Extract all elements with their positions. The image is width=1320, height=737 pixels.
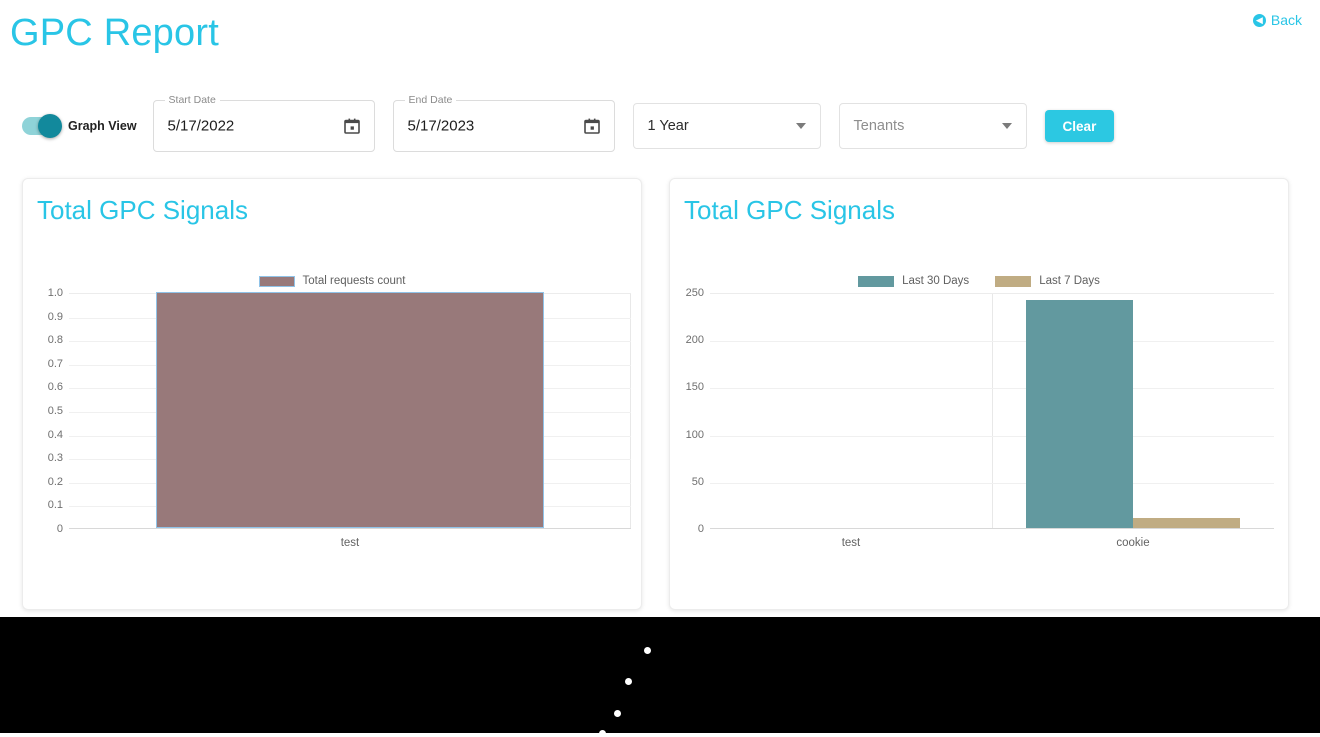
graph-view-label: Graph View	[68, 119, 137, 133]
gridline	[710, 482, 1274, 484]
y-axis-tick-label: 200	[685, 334, 704, 347]
legend-swatch	[995, 275, 1032, 287]
filter-toolbar: Graph View Start Date 5/17/2022 End Date…	[0, 94, 1115, 156]
calendar-icon[interactable]	[343, 118, 360, 134]
y-axis-tick-label: 100	[685, 428, 704, 441]
loading-dot	[625, 678, 632, 685]
chevron-down-icon	[795, 123, 806, 129]
loading-dot	[644, 647, 651, 654]
y-axis-tick-label: 0	[697, 523, 704, 535]
gridline	[710, 388, 1274, 390]
loading-dot	[599, 730, 606, 737]
bar-chart-left: Total requests count 1.0 0.9 0.8 0.7 0.6 0.5 0…	[23, 275, 641, 595]
y-axis-tick-label: 0.2	[47, 475, 63, 488]
y-axis-tick-label: 50	[691, 475, 704, 488]
graph-view-toggle-group: Graph View	[22, 114, 137, 138]
start-date-legend: Start Date	[164, 94, 220, 106]
bar[interactable]	[1133, 517, 1241, 528]
toggle-knob	[38, 114, 62, 138]
bar[interactable]	[1025, 299, 1133, 528]
y-axis-tick-label: 150	[685, 381, 704, 394]
y-axis-tick-label: 0.5	[47, 405, 63, 417]
total-gpc-signals-card-right: Total GPC Signals Last 30 Days Last 7 Da…	[669, 178, 1289, 610]
loading-overlay	[0, 617, 1320, 737]
chart-legend: Total requests count	[23, 275, 641, 287]
back-link[interactable]: ◀ Back	[1252, 12, 1302, 28]
gridline-vertical	[992, 294, 993, 528]
y-axis-tick-label: 250	[685, 287, 704, 299]
clear-button[interactable]: Clear	[1044, 110, 1115, 142]
end-date-legend: End Date	[404, 94, 457, 106]
legend-swatch	[858, 275, 895, 287]
gridline-vertical	[630, 294, 631, 528]
range-select-value: 1 Year	[647, 118, 689, 134]
plot: 250 200 150 100 50 0 test cookie	[670, 287, 1288, 595]
y-axis-tick-label: 0.3	[47, 452, 63, 465]
x-axis-tick-label: test	[340, 537, 360, 549]
back-label: Back	[1270, 12, 1302, 28]
bar-chart-right: Last 30 Days Last 7 Days 250 200 150 100 50 0…	[670, 275, 1288, 595]
tenants-select[interactable]: Tenants	[838, 103, 1027, 149]
y-axis-tick-label: 1.0	[47, 287, 63, 299]
page-header: GPC Report ◀ Back	[0, 0, 1320, 72]
y-axis-tick-label: 0.7	[47, 357, 63, 370]
y-axis-tick-label: 0.4	[47, 428, 63, 441]
y-axis-tick-label: 0.8	[47, 334, 63, 347]
calendar-icon[interactable]	[583, 118, 600, 134]
start-date-field[interactable]: Start Date 5/17/2022	[152, 94, 375, 152]
legend-item-total-requests-count[interactable]: Total requests count	[258, 275, 406, 287]
bar[interactable]	[156, 292, 544, 528]
legend-swatch	[258, 275, 295, 287]
loading-dot	[614, 710, 621, 717]
total-gpc-signals-card-left: Total GPC Signals Total requests count 1…	[22, 178, 642, 610]
legend-label: Last 7 Days	[1039, 275, 1100, 287]
plot-area	[710, 293, 1274, 529]
tenants-select-placeholder: Tenants	[853, 118, 905, 134]
page-title: GPC Report	[10, 12, 219, 54]
y-axis: 1.0 0.9 0.8 0.7 0.6 0.5 0.4 0.3 0.2 0.1 0	[23, 287, 69, 535]
end-date-field[interactable]: End Date 5/17/2023	[392, 94, 615, 152]
legend-label: Last 30 Days	[902, 275, 970, 287]
legend-item-last-30-days[interactable]: Last 30 Days	[858, 275, 969, 287]
plot-area	[69, 292, 631, 529]
x-axis-labels: test cookie	[710, 537, 1274, 549]
y-axis-tick-label: 0.9	[47, 310, 63, 323]
range-select[interactable]: 1 Year	[632, 103, 821, 149]
x-axis-labels: test	[69, 537, 631, 549]
end-date-value: 5/17/2023	[407, 117, 475, 135]
chart-legend: Last 30 Days Last 7 Days	[670, 275, 1288, 287]
start-date-value: 5/17/2022	[167, 117, 235, 135]
chevron-down-icon	[1001, 123, 1012, 129]
graph-view-toggle[interactable]	[22, 114, 62, 138]
plot: 1.0 0.9 0.8 0.7 0.6 0.5 0.4 0.3 0.2 0.1 0 test	[23, 287, 641, 595]
y-axis: 250 200 150 100 50 0	[670, 287, 710, 535]
y-axis-tick-label: 0.6	[47, 381, 63, 394]
x-axis-tick-label: test	[841, 537, 861, 549]
legend-item-last-7-days[interactable]: Last 7 Days	[995, 275, 1100, 287]
y-axis-tick-label: 0	[56, 523, 63, 535]
y-axis-tick-label: 0.1	[47, 499, 63, 512]
legend-label: Total requests count	[302, 275, 406, 287]
circle-left-arrow-icon: ◀	[1252, 13, 1266, 27]
gridline	[710, 341, 1274, 343]
x-axis-tick-label: cookie	[1116, 537, 1150, 549]
card-title: Total GPC Signals	[37, 195, 248, 225]
card-title: Total GPC Signals	[684, 195, 895, 225]
gridline	[710, 435, 1274, 437]
